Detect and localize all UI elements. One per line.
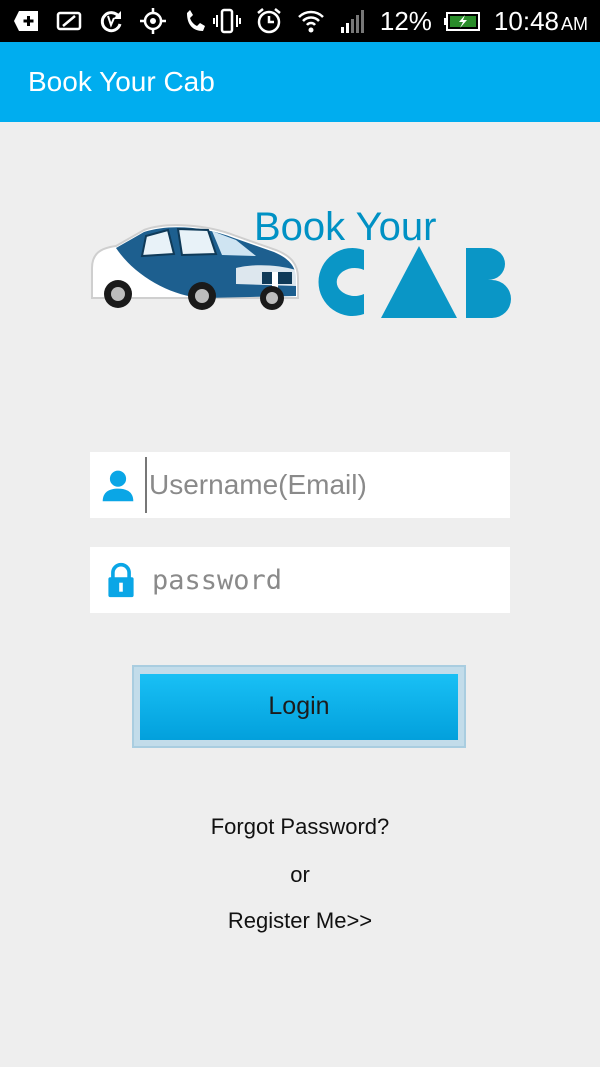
vibrate-icon [212,7,242,35]
username-input[interactable] [145,457,510,513]
login-button[interactable]: Login [140,673,458,740]
user-icon [90,452,145,518]
status-bar: 12% 10:48 AM [0,0,600,42]
app-title: Book Your Cab [28,66,215,97]
app-bar: Book Your Cab [0,42,600,122]
signal-icon [338,7,368,35]
status-right: 12% 10:48 AM [212,6,588,37]
status-left [12,7,210,35]
password-input[interactable] [152,552,510,608]
wifi-icon [296,7,326,35]
logo-text-book-your: Book Your [254,205,436,249]
lock-icon [90,547,152,613]
book-your-cab-logo: Book Your [86,198,516,326]
gps-icon [138,7,168,35]
sync-icon [96,7,126,35]
alarm-icon [254,7,284,35]
phone-icon [180,7,210,35]
battery-percent: 12% [379,5,432,36]
leaf-icon [54,7,84,35]
battery-charging-icon [443,7,482,35]
logo-cab-letters [318,246,511,318]
login-button-frame: Login [132,665,466,748]
password-field [90,547,510,613]
clock: 10:48 AM [493,5,588,36]
or-separator: or [290,862,310,887]
add-box-icon [12,7,42,35]
register-link[interactable]: Register Me>> [0,908,600,934]
forgot-password-link[interactable]: Forgot Password? [0,814,600,840]
username-field [90,452,510,518]
